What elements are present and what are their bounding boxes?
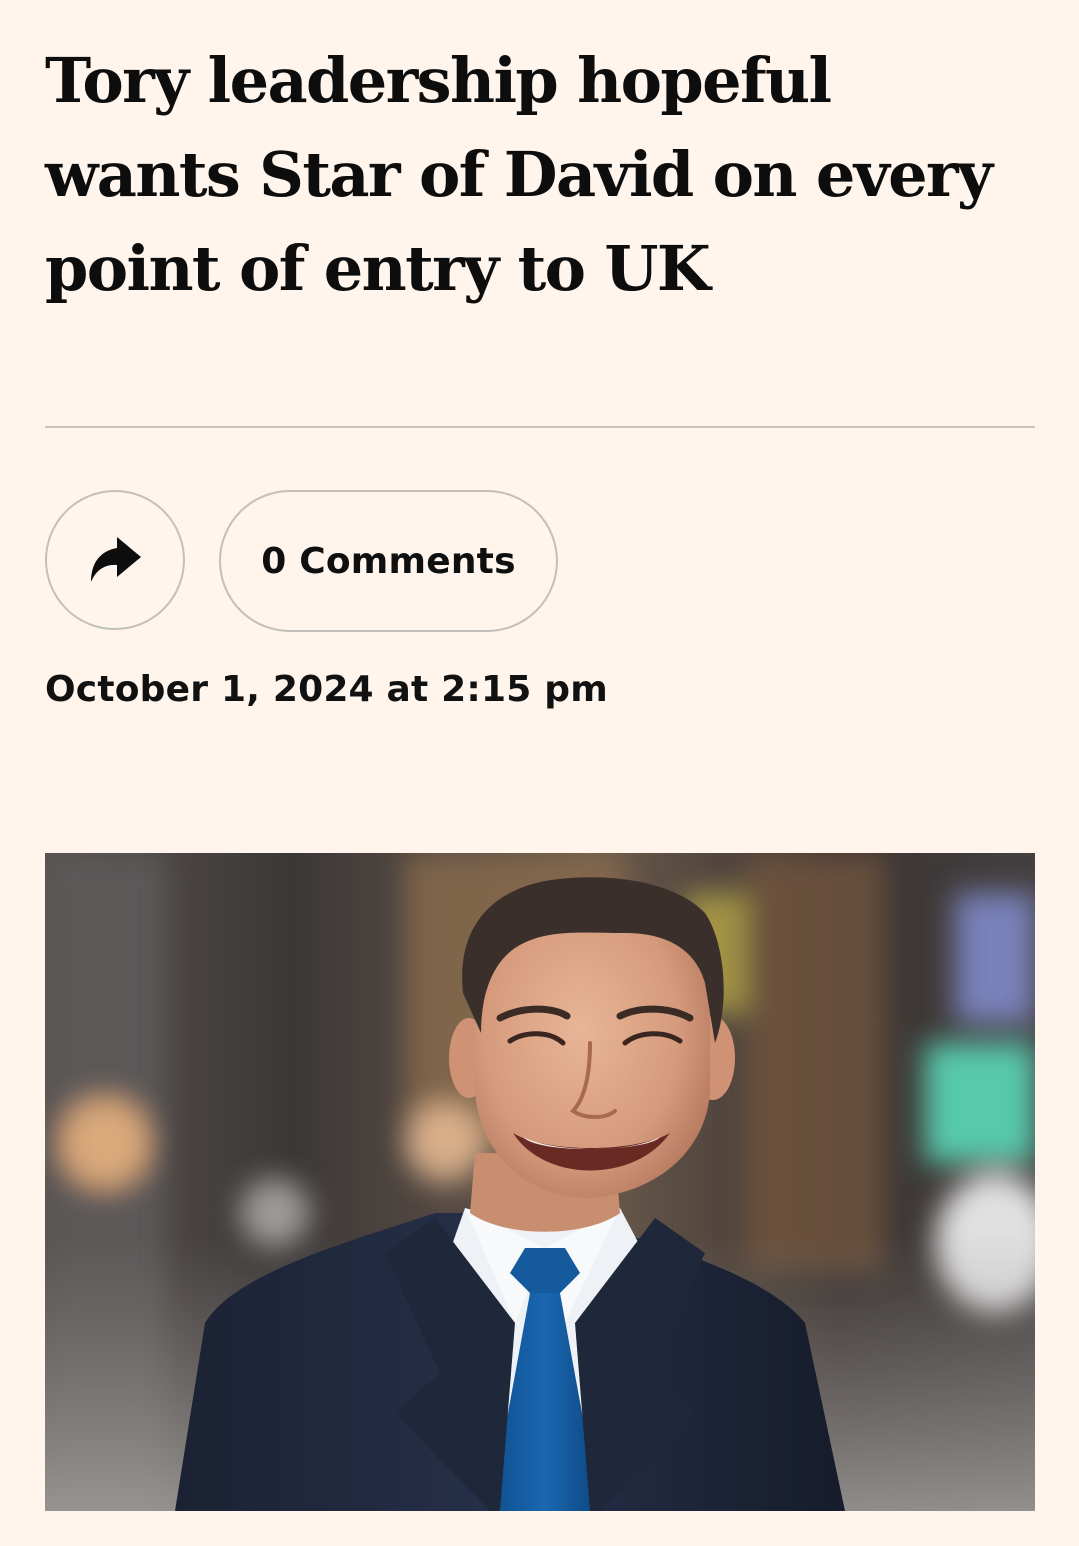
article-headline: Tory leadership hopeful wants Star of Da…: [45, 44, 993, 305]
headline-divider: [45, 426, 1035, 428]
share-arrow-icon: [85, 532, 145, 588]
comments-button[interactable]: 0 Comments: [219, 490, 558, 632]
publish-date: October 1, 2024 at 2:15 pm: [45, 669, 608, 710]
hero-image: [45, 853, 1035, 1511]
share-button[interactable]: [45, 490, 185, 630]
